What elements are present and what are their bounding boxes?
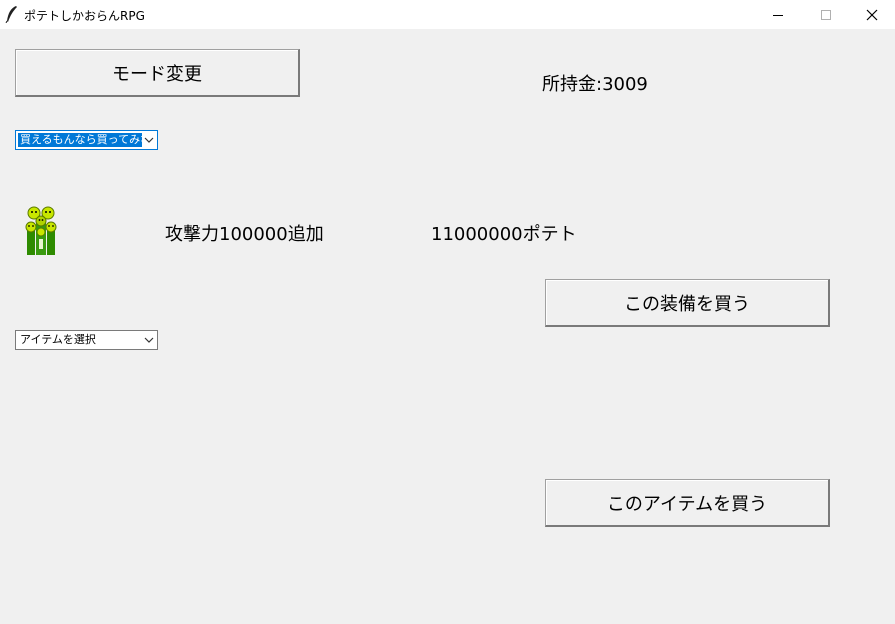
chevron-down-icon[interactable] [144,336,154,344]
equipment-select[interactable]: 買えるもんなら買ってみな [15,130,158,150]
equipment-effect-label: 攻撃力100000追加 [165,224,324,245]
item-select-value: アイテムを選択 [20,333,96,346]
buy-equipment-button-label: この装備を買う [624,293,750,315]
minimize-icon [773,14,783,16]
minimize-button[interactable] [755,0,801,29]
buy-equipment-button[interactable]: この装備を買う [545,279,830,327]
window-title: ポテトしかおらんRPG [24,9,145,23]
equipment-price-label: 11000000ポテト [431,224,577,245]
chevron-down-icon[interactable] [144,136,154,144]
maximize-icon [821,9,831,20]
close-button[interactable] [849,0,895,29]
buy-item-button-label: このアイテムを買う [606,493,768,515]
mode-change-button-label: モード変更 [112,63,202,85]
mode-change-button[interactable]: モード変更 [15,49,300,97]
feather-icon [5,6,17,23]
potato-stack-icon [25,206,57,255]
equipment-select-value: 買えるもんなら買ってみな [18,133,142,147]
buy-item-button[interactable]: このアイテムを買う [545,479,830,527]
close-icon [866,9,878,20]
money-label: 所持金:3009 [542,74,648,95]
item-select[interactable]: アイテムを選択 [15,330,158,350]
title-bar: ポテトしかおらんRPG [0,0,895,29]
maximize-button[interactable] [803,0,849,29]
